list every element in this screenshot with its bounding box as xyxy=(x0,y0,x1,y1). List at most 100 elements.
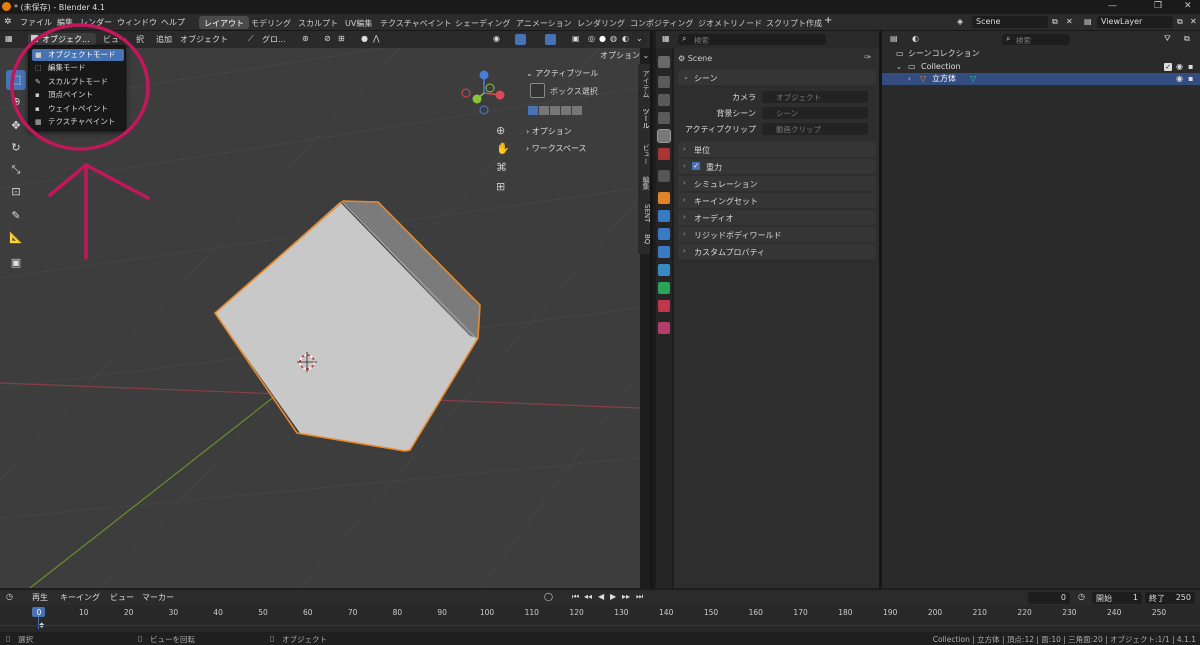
transform-orientation-icon[interactable]: ⟋ xyxy=(248,34,254,44)
navigation-gizmo[interactable] xyxy=(461,70,505,115)
active-tool-header[interactable]: ⌄ アクティブツール xyxy=(526,68,598,79)
world-tab-icon[interactable] xyxy=(658,148,670,160)
shading-dropdown-icon[interactable]: ⌄ xyxy=(636,34,643,43)
play-icon[interactable]: ▶ xyxy=(610,592,616,601)
select-new-mode-icon[interactable] xyxy=(528,106,538,115)
overlay-toggle-icon[interactable] xyxy=(545,34,556,45)
pin-icon[interactable]: ✑ xyxy=(864,53,872,63)
solid-shading-icon[interactable]: ● xyxy=(599,34,606,43)
camera-view-icon[interactable]: ⌘ xyxy=(496,161,507,174)
output-tab-icon[interactable] xyxy=(658,94,670,106)
falloff-icon[interactable]: ⋀ xyxy=(373,34,380,43)
editor-type-icon[interactable]: ▤ xyxy=(890,34,898,43)
viewlayer-icon[interactable]: ▤ xyxy=(1084,17,1092,26)
active-clip-field[interactable]: 動画クリップ xyxy=(762,123,868,135)
camera-icon[interactable]: ▪ xyxy=(1188,61,1193,73)
timeline[interactable]: 0 10 20 30 40 50 60 70 80 90 100 110 120 130 140 150 160… xyxy=(0,605,1200,632)
options-header[interactable]: › オプション xyxy=(526,126,572,137)
proportional-edit-icon[interactable]: ● xyxy=(361,34,368,43)
tab-modeling[interactable]: モデリング xyxy=(246,16,296,29)
eye-icon[interactable]: ◉ xyxy=(1176,61,1183,73)
section-gravity[interactable]: › ✓ 重力 xyxy=(678,159,876,174)
perspective-grid-icon[interactable]: ⊞ xyxy=(496,180,505,193)
options-dropdown[interactable]: オプション ⌄ xyxy=(600,50,649,61)
snap-target-icon[interactable]: ⊞ xyxy=(338,34,345,43)
object-tab-icon[interactable] xyxy=(658,192,670,204)
data-tab-icon[interactable] xyxy=(658,282,670,294)
tree-item-cube[interactable]: › ▽ 立方体 ▽ ◉ ▪ xyxy=(882,73,1200,85)
section-audio[interactable]: › オーディオ xyxy=(678,210,876,225)
tab-animation[interactable]: アニメーション xyxy=(511,16,577,29)
gizmo-toggle-icon[interactable] xyxy=(515,34,526,45)
tab-shading[interactable]: シェーディング xyxy=(450,16,515,29)
start-frame-field[interactable]: 開始 1 xyxy=(1092,592,1142,604)
camera-icon[interactable]: ▪ xyxy=(1188,73,1193,85)
jump-start-icon[interactable]: ⏮ xyxy=(572,592,579,602)
select-extend-mode-icon[interactable] xyxy=(539,106,549,115)
tab-geometry-nodes[interactable]: ジオメトリノード xyxy=(693,16,767,29)
new-collection-icon[interactable]: ⧉ xyxy=(1184,34,1190,44)
delete-scene-icon[interactable]: ✕ xyxy=(1066,17,1073,26)
clock-icon[interactable]: ◷ xyxy=(1078,592,1085,601)
display-mode-icon[interactable]: ◐ xyxy=(912,34,919,43)
maximize-icon[interactable]: ❐ xyxy=(1154,1,1162,11)
new-scene-icon[interactable]: ⧉ xyxy=(1052,17,1058,27)
constraints-tab-icon[interactable] xyxy=(658,264,670,276)
tab-sculpt[interactable]: スカルプト xyxy=(293,16,343,29)
add-workspace-icon[interactable]: + xyxy=(824,15,832,26)
outliner-search[interactable]: ⌕ 検索 xyxy=(1002,34,1070,45)
section-units[interactable]: › 単位 xyxy=(678,142,876,157)
play-reverse-icon[interactable]: ◀ xyxy=(598,592,604,601)
texture-tab-icon[interactable] xyxy=(658,322,670,334)
current-frame-field[interactable]: 0 xyxy=(1028,592,1070,604)
editor-type-icon[interactable]: ◷ xyxy=(6,592,13,601)
wireframe-shading-icon[interactable]: ◎ xyxy=(588,34,595,43)
scene-icon[interactable]: ◈ xyxy=(957,17,963,26)
include-checkbox[interactable]: ✓ xyxy=(1164,63,1172,71)
zoom-icon[interactable]: ⊕ xyxy=(496,124,505,137)
select-intersect-mode-icon[interactable] xyxy=(572,106,582,115)
pan-hand-icon[interactable]: ✋ xyxy=(496,142,510,155)
menu-view[interactable]: ビュー xyxy=(110,592,134,603)
modifier-tab-icon[interactable] xyxy=(658,210,670,222)
rendered-shading-icon[interactable]: ◐ xyxy=(622,34,629,43)
editor-type-icon[interactable]: ▦ xyxy=(662,34,670,43)
auto-keying-icon[interactable]: ◯ xyxy=(544,592,553,601)
tree-item-collection[interactable]: ⌄ ▭ Collection ✓ ◉ ▪ xyxy=(882,61,1200,73)
eye-icon[interactable]: ◉ xyxy=(1176,73,1183,85)
viewlayer-field[interactable]: ViewLayer xyxy=(1097,16,1173,28)
tab-compositing[interactable]: コンポジティング xyxy=(625,16,699,29)
transform-orientation-field[interactable]: グロ... xyxy=(262,34,286,45)
render-tab-icon[interactable] xyxy=(658,76,670,88)
new-viewlayer-icon[interactable]: ⧉ xyxy=(1177,17,1183,27)
tab-scripting[interactable]: スクリプト作成 xyxy=(761,16,827,29)
tab-texture-paint[interactable]: テクスチャペイント xyxy=(375,16,457,29)
material-shading-icon[interactable]: ◍ xyxy=(610,34,617,43)
close-icon[interactable]: ✕ xyxy=(1184,1,1192,11)
menu-marker[interactable]: マーカー xyxy=(142,592,174,603)
area-divider[interactable] xyxy=(650,31,653,588)
background-scene-field[interactable]: シーン xyxy=(762,107,868,119)
mesh-data-icon[interactable]: ▽ xyxy=(970,73,976,85)
box-select-icon[interactable] xyxy=(530,83,545,98)
next-keyframe-icon[interactable]: ▸▸ xyxy=(622,592,630,601)
section-keying-sets[interactable]: › キーイングセット xyxy=(678,193,876,208)
xray-icon[interactable]: ▣ xyxy=(572,34,580,43)
section-scene[interactable]: ⌄ シーン xyxy=(678,70,876,85)
chevron-right-icon[interactable]: › xyxy=(908,73,911,85)
scene-tab-icon[interactable] xyxy=(657,129,671,143)
section-rigid-body-world[interactable]: › リジッドボディワールド xyxy=(678,227,876,242)
menu-keying[interactable]: キーイング xyxy=(60,592,100,603)
select-invert-mode-icon[interactable] xyxy=(561,106,571,115)
cube-object[interactable] xyxy=(213,200,481,452)
minimize-icon[interactable]: — xyxy=(1108,1,1117,11)
tab-uv-edit[interactable]: UV編集 xyxy=(340,16,377,29)
particles-tab-icon[interactable] xyxy=(658,228,670,240)
chevron-down-icon[interactable]: ⌄ xyxy=(896,61,902,73)
snap-icon[interactable]: ⊘ xyxy=(324,34,331,43)
prev-keyframe-icon[interactable]: ◂◂ xyxy=(584,592,592,601)
filter-icon[interactable]: ⛛ xyxy=(1164,34,1171,44)
tool-tab-icon[interactable] xyxy=(658,56,670,68)
end-frame-field[interactable]: 終了 250 xyxy=(1145,592,1195,604)
gravity-checkbox[interactable]: ✓ xyxy=(692,162,700,170)
